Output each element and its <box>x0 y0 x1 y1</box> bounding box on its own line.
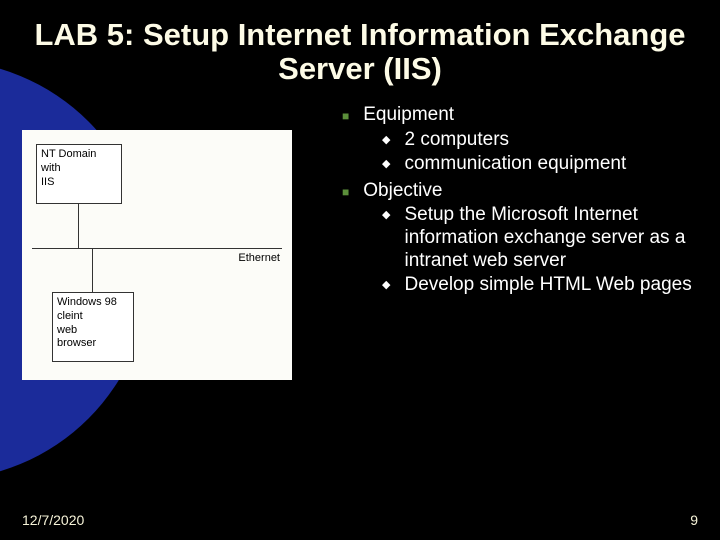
bullet-label: Equipment <box>363 104 454 127</box>
diamond-bullet-icon: ◆ <box>382 134 390 152</box>
content-row: NT Domain with IIS Ethernet Windows 98 c… <box>22 100 698 380</box>
diagram-connector-top <box>78 204 79 248</box>
diamond-bullet-icon: ◆ <box>382 279 390 297</box>
slide-footer: 12/7/2020 9 <box>22 512 698 528</box>
subbullet-text: Setup the Microsoft Internet information… <box>404 204 692 272</box>
diagram-box-client: Windows 98 cleint web browser <box>52 292 134 362</box>
diagram-box2-line2: cleint <box>57 310 129 324</box>
diamond-bullet-icon: ◆ <box>382 158 390 176</box>
subbullet-develop-html: ◆ Develop simple HTML Web pages <box>382 274 692 297</box>
square-bullet-icon: ■ <box>342 109 349 127</box>
subbullet-setup-iis: ◆ Setup the Microsoft Internet informati… <box>382 204 692 272</box>
diagram-box1-line1: NT Domain <box>41 148 117 162</box>
subbullet-commeq: ◆ communication equipment <box>382 153 692 176</box>
subbullet-text: 2 computers <box>404 129 509 152</box>
bullet-objective: ■ Objective <box>342 180 692 203</box>
diagram-box2-line4: browser <box>57 337 129 351</box>
diagram-box1-line3: IIS <box>41 176 117 190</box>
slide-title: LAB 5: Setup Internet Information Exchan… <box>22 18 698 86</box>
diagram-box1-line2: with <box>41 162 117 176</box>
subbullet-2computers: ◆ 2 computers <box>382 129 692 152</box>
subbullet-text: Develop simple HTML Web pages <box>404 274 691 297</box>
diagram-box2-line3: web <box>57 324 129 338</box>
subbullet-text: communication equipment <box>404 153 626 176</box>
bullet-label: Objective <box>363 180 442 203</box>
slide: LAB 5: Setup Internet Information Exchan… <box>0 0 720 540</box>
diagram-box-nt-domain: NT Domain with IIS <box>36 144 122 204</box>
diagram-box2-line1: Windows 98 <box>57 296 129 310</box>
network-diagram: NT Domain with IIS Ethernet Windows 98 c… <box>22 130 292 380</box>
diagram-ethernet-label: Ethernet <box>238 252 280 264</box>
bullet-list: ■ Equipment ◆ 2 computers ◆ communicatio… <box>310 100 698 380</box>
diagram-connector-bottom <box>92 248 93 292</box>
square-bullet-icon: ■ <box>342 185 349 203</box>
diagram-bus-line <box>32 248 282 249</box>
bullet-equipment: ■ Equipment <box>342 104 692 127</box>
footer-page-number: 9 <box>690 512 698 528</box>
diamond-bullet-icon: ◆ <box>382 209 390 272</box>
footer-date: 12/7/2020 <box>22 512 84 528</box>
